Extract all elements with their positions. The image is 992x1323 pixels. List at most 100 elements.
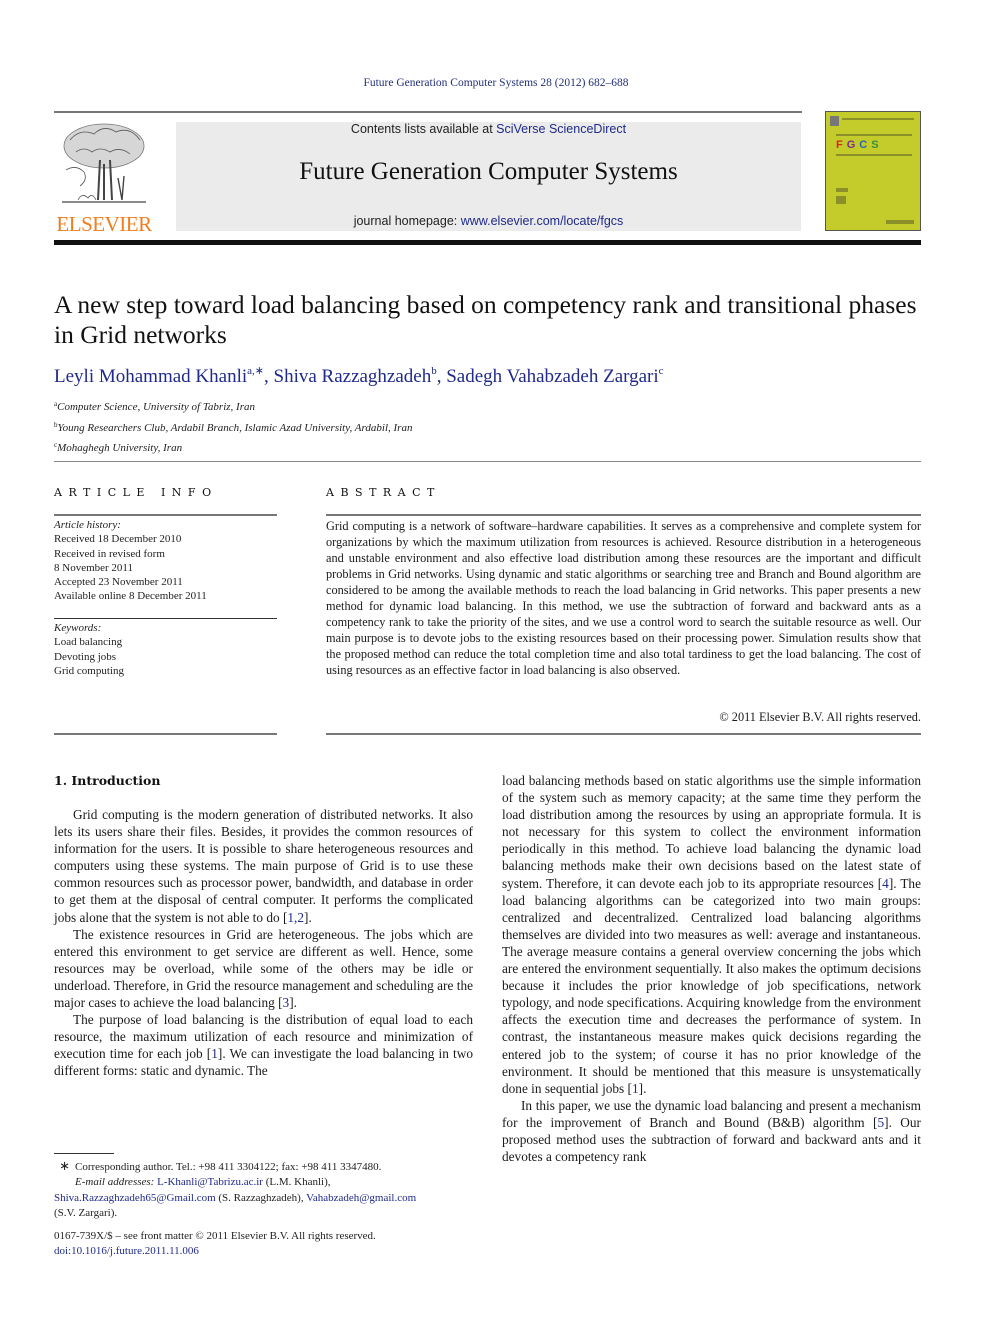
keywords-heading: Keywords: [54, 622, 102, 634]
history-item: Received in revised form [54, 547, 165, 560]
history-item: Accepted 23 November 2011 [54, 576, 183, 589]
paragraph-text: ]. [289, 995, 297, 1011]
elsevier-wordmark: ELSEVIER [56, 212, 152, 236]
cover-logo [830, 116, 839, 126]
front-matter: 0167-739X/$ – see front matter © 2011 El… [54, 1229, 376, 1260]
contents-prefix: Contents lists available at [350, 122, 497, 136]
footnote-rule [54, 1153, 114, 1154]
email-link[interactable]: Vahabzadeh@gmail.com [306, 1192, 416, 1204]
divider [54, 514, 277, 516]
keyword: Devoting jobs [54, 650, 117, 663]
elsevier-logo: ELSEVIER [54, 120, 154, 236]
citation-link[interactable]: 1 [211, 1046, 218, 1061]
abstract-copyright: © 2011 Elsevier B.V. All rights reserved… [719, 710, 921, 724]
corresponding-text: Corresponding author. Tel.: +98 411 3304… [75, 1161, 382, 1173]
author-name[interactable]: Shiva Razzaghzadeh [274, 366, 432, 387]
affiliation: cMohaghegh University, Iran [54, 437, 412, 458]
author-name[interactable]: Sadegh Vahabzadeh Zargari [446, 366, 658, 387]
keyword: Grid computing [54, 664, 124, 677]
body-paragraph: The purpose of load balancing is the dis… [54, 1011, 473, 1079]
affiliation-text: Computer Science, University of Tabriz, … [57, 401, 255, 413]
affiliation-text: Young Researchers Club, Ardabil Branch, … [57, 421, 413, 434]
paragraph-text: Grid computing is the modern generation … [54, 807, 473, 925]
journal-citation[interactable]: Future Generation Computer Systems 28 (2… [0, 77, 992, 89]
elsevier-tree-icon [62, 123, 146, 203]
journal-title: Future Generation Computer Systems [299, 158, 678, 185]
body-column-right: load balancing methods based on static a… [502, 772, 921, 1165]
abstract-text: Grid computing is a network of software–… [326, 519, 921, 677]
body-paragraph: In this paper, we use the dynamic load b… [502, 1097, 921, 1165]
journal-banner: Contents lists available at SciVerse Sci… [176, 122, 801, 231]
cover-text-line [886, 220, 914, 224]
keyword: Load balancing [54, 636, 123, 649]
email-line: Shiva.Razzaghzadeh65@Gmail.com (S. Razza… [54, 1191, 494, 1206]
cover-letter: G [846, 139, 858, 151]
divider [54, 461, 921, 462]
cover-letter: S [871, 139, 881, 151]
paragraph-text: The existence resources in Grid are hete… [54, 926, 473, 1011]
email-label: E-mail addresses: [75, 1176, 158, 1189]
article-history-heading: Article history: [54, 519, 121, 531]
journal-cover-thumbnail[interactable]: FGCS [825, 111, 921, 231]
issn-copyright: 0167-739X/$ – see front matter © 2011 El… [54, 1230, 376, 1242]
body-paragraph: The existence resources in Grid are hete… [54, 926, 473, 1011]
author-separator: , [436, 366, 447, 387]
author-affil-marker[interactable]: c [659, 365, 664, 377]
sciencedirect-link[interactable]: SciVerse ScienceDirect [496, 122, 626, 136]
cover-text-line [842, 118, 914, 120]
cover-text-line [836, 196, 846, 204]
history-item: Available online 8 December 2011 [54, 590, 207, 603]
divider [54, 733, 277, 735]
divider [326, 514, 921, 516]
paragraph-text: load balancing methods based on static a… [502, 773, 921, 891]
body-paragraph: load balancing methods based on static a… [502, 772, 921, 1097]
author-affil-marker[interactable]: a,∗ [247, 365, 264, 377]
cover-letter: C [859, 139, 870, 151]
masthead-bottom-rule [54, 240, 921, 245]
email-owner: (S. Razzaghzadeh), [215, 1191, 307, 1204]
doi-link[interactable]: doi:10.1016/j.future.2011.11.006 [54, 1245, 199, 1257]
citation-link[interactable]: 1 [632, 1081, 639, 1096]
affiliation: aComputer Science, University of Tabriz,… [54, 396, 412, 417]
article-info-label: ARTICLE INFO [54, 486, 218, 499]
email-link[interactable]: Shiva.Razzaghzadeh65@Gmail.com [54, 1192, 216, 1204]
cover-text-line [836, 134, 912, 136]
corresponding-author-note: ∗ Corresponding author. Tel.: +98 411 330… [54, 1158, 494, 1175]
paragraph-text: In this paper, we use the dynamic load b… [502, 1097, 921, 1130]
history-item: 8 November 2011 [54, 561, 134, 574]
cover-letter: F [836, 139, 845, 151]
body-paragraph: Grid computing is the modern generation … [54, 806, 473, 926]
affiliation: bYoung Researchers Club, Ardabil Branch,… [54, 417, 412, 438]
section-heading: 1. Introduction [54, 773, 161, 788]
citation-link[interactable]: 4 [882, 876, 889, 891]
masthead-rule [54, 111, 802, 113]
email-line: E-mail addresses: L-Khanli@Tabrizu.ac.ir… [54, 1175, 494, 1190]
author-separator: , [264, 366, 274, 387]
cover-text-line [836, 188, 848, 192]
keywords: Keywords: Load balancing Devoting jobs G… [54, 621, 124, 678]
affiliation-text: Mohaghegh University, Iran [57, 442, 183, 454]
abstract-label: ABSTRACT [326, 486, 441, 499]
author-list: Leyli Mohammad Khanlia,∗, Shiva Razzaghz… [54, 364, 664, 388]
body-column-left: Grid computing is the modern generation … [54, 806, 473, 1080]
article-history: Article history: Received 18 December 20… [54, 518, 207, 604]
affiliations: aComputer Science, University of Tabriz,… [54, 396, 412, 458]
author-name[interactable]: Leyli Mohammad Khanli [54, 366, 247, 387]
paragraph-text: ]. [304, 909, 312, 925]
homepage-line: journal homepage: www.elsevier.com/locat… [176, 214, 801, 228]
article-title: A new step toward load balancing based o… [54, 290, 917, 349]
paragraph-text: ]. The load balancing algorithms can be … [502, 875, 921, 1096]
divider [54, 618, 277, 619]
contents-line: Contents lists available at SciVerse Sci… [176, 122, 801, 136]
footnote-star: ∗ [59, 1158, 70, 1173]
citation-link[interactable]: 1,2 [287, 910, 304, 925]
email-owner: (L.M. Khanli), [262, 1176, 331, 1189]
cover-text-line [836, 154, 912, 156]
journal-homepage-link[interactable]: www.elsevier.com/locate/fgcs [461, 214, 624, 228]
homepage-prefix: journal homepage: [353, 214, 461, 228]
paragraph-text: ]. [638, 1080, 647, 1096]
email-owner: (S.V. Zargari). [54, 1206, 118, 1219]
divider [326, 733, 921, 735]
footnote: ∗ Corresponding author. Tel.: +98 411 330… [54, 1158, 494, 1221]
email-link[interactable]: L-Khanli@Tabrizu.ac.ir [157, 1176, 263, 1188]
